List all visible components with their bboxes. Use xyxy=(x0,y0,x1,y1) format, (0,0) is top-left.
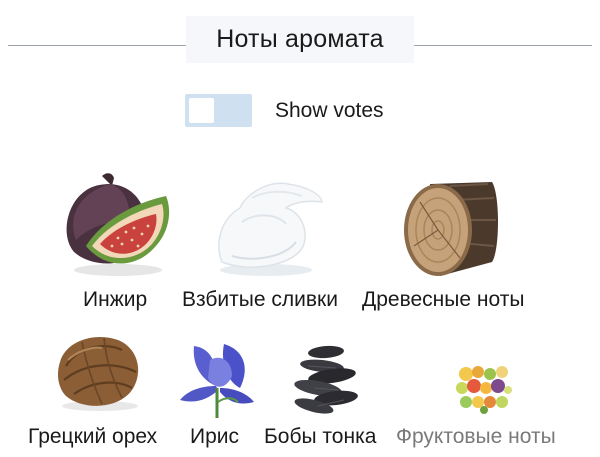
show-votes-toggle[interactable] xyxy=(185,94,252,127)
note-label: Ирис xyxy=(190,425,240,448)
section-title: Ноты аромата xyxy=(186,16,414,63)
note-label: Древесные ноты xyxy=(362,288,525,311)
tonka-beans-icon xyxy=(294,345,358,414)
walnut-icon xyxy=(58,336,139,411)
note-label: Бобы тонка xyxy=(264,425,377,448)
fig-icon xyxy=(66,173,170,276)
divider-right xyxy=(414,45,592,46)
section-title-text: Ноты аромата xyxy=(216,25,384,53)
whipped-cream-icon xyxy=(218,182,323,276)
note-label: Фруктовые ноты xyxy=(396,425,556,448)
toggle-knob[interactable] xyxy=(189,98,214,123)
note-label: Грецкий орех xyxy=(28,425,158,448)
note-label: Инжир xyxy=(83,288,148,311)
wood-log-icon xyxy=(404,182,498,276)
iris-flower-icon xyxy=(180,344,254,418)
note-label: Взбитые сливки xyxy=(182,288,338,311)
divider-left xyxy=(8,45,186,46)
show-votes-label: Show votes xyxy=(275,99,384,122)
fruits-icon xyxy=(456,366,512,414)
